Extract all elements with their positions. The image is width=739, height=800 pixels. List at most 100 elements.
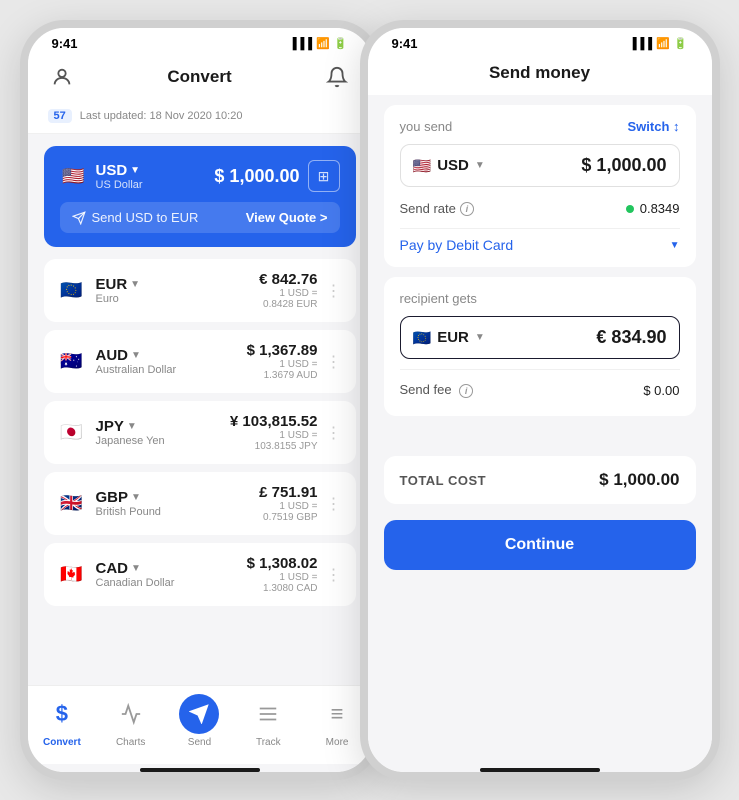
recipient-row[interactable]: 🇪🇺 EUR ▼ € 834.90 — [400, 316, 680, 359]
pay-by-chevron: ▼ — [670, 240, 680, 251]
cad-flag: 🇨🇦 — [58, 561, 86, 589]
eur-rate: 1 USD =0.8428 EUR — [259, 288, 317, 310]
recipient-flag: 🇪🇺 — [413, 329, 432, 347]
aud-name: Australian Dollar — [96, 364, 177, 376]
you-send-label: you send — [400, 119, 453, 134]
cad-more-icon[interactable]: ⋮ — [326, 565, 342, 585]
aud-amount: $ 1,367.89 — [247, 342, 318, 359]
battery-icon: 🔋 — [334, 37, 348, 50]
charts-nav-label: Charts — [116, 737, 145, 748]
nav-track[interactable]: Track — [248, 694, 288, 748]
total-cost-label: TOTAL COST — [400, 473, 487, 488]
eur-row[interactable]: 🇪🇺 EUR▼ Euro € 842.76 1 USD — [44, 259, 356, 322]
track-nav-icon — [248, 694, 288, 734]
battery-icon-r: 🔋 — [674, 37, 688, 50]
recipient-chevron: ▼ — [475, 332, 485, 343]
eur-amount: € 842.76 — [259, 271, 317, 288]
convert-nav-icon: $ — [42, 694, 82, 734]
send-currency-chevron: ▼ — [475, 160, 485, 171]
cad-code: CAD▼ — [96, 560, 175, 577]
you-send-section: you send Switch ↕ 🇺🇸 USD ▼ $ 1,000.00 — [384, 105, 696, 267]
jpy-more-icon[interactable]: ⋮ — [326, 423, 342, 443]
more-nav-label: More — [326, 737, 349, 748]
send-nav-label: Send — [188, 737, 211, 748]
continue-button[interactable]: Continue — [384, 520, 696, 570]
jpy-amount: ¥ 103,815.52 — [230, 413, 318, 430]
gbp-name: British Pound — [96, 506, 161, 518]
eur-more-icon[interactable]: ⋮ — [326, 281, 342, 301]
wifi-icon-r: 📶 — [656, 37, 670, 50]
recipient-currency-code: EUR — [437, 329, 469, 346]
more-nav-icon: ≡ — [317, 694, 357, 734]
send-money-content: you send Switch ↕ 🇺🇸 USD ▼ $ 1,000.00 — [368, 95, 712, 764]
home-bar-right — [480, 768, 600, 772]
charts-nav-icon — [111, 694, 151, 734]
send-quote-row[interactable]: Send USD to EUR View Quote > — [60, 202, 340, 233]
continue-bar: Continue — [368, 504, 712, 586]
aud-more-icon[interactable]: ⋮ — [326, 352, 342, 372]
gbp-flag: 🇬🇧 — [58, 490, 86, 518]
gbp-rate: 1 USD =0.7519 GBP — [259, 501, 317, 523]
home-bar-left — [140, 768, 260, 772]
profile-icon[interactable] — [48, 63, 76, 91]
aud-row[interactable]: 🇦🇺 AUD▼ Australian Dollar $ 1,367.89 — [44, 330, 356, 393]
send-fee-label: Send fee i — [400, 382, 474, 398]
track-nav-label: Track — [256, 737, 281, 748]
pay-by-row[interactable]: Pay by Debit Card ▼ — [400, 228, 680, 253]
cad-name: Canadian Dollar — [96, 577, 175, 589]
gbp-amount: £ 751.91 — [259, 484, 317, 501]
signal-icon: ▐▐▐ — [289, 38, 312, 50]
rate-info-icon[interactable]: i — [460, 202, 474, 216]
eur-code: EUR▼ — [96, 276, 141, 293]
recipient-section: recipient gets 🇪🇺 EUR ▼ € 834.90 Send fe… — [384, 277, 696, 416]
eur-name: Euro — [96, 293, 141, 305]
nav-more[interactable]: ≡ More — [317, 694, 357, 748]
cad-row[interactable]: 🇨🇦 CAD▼ Canadian Dollar $ 1,308.02 — [44, 543, 356, 606]
jpy-rate: 1 USD =103.8155 JPY — [230, 430, 318, 452]
bell-icon[interactable] — [323, 63, 351, 91]
eur-flag: 🇪🇺 — [58, 277, 86, 305]
you-send-row[interactable]: 🇺🇸 USD ▼ $ 1,000.00 — [400, 144, 680, 187]
send-rate-value: 0.8349 — [626, 201, 680, 216]
view-quote-btn[interactable]: View Quote > — [246, 210, 328, 225]
send-currency-select[interactable]: 🇺🇸 USD ▼ — [413, 157, 485, 175]
send-fee-value: $ 0.00 — [643, 383, 679, 398]
left-phone: 9:41 ▐▐▐ 📶 🔋 Convert — [20, 20, 380, 780]
main-content-left: 🇺🇸 USD ▼ US Dollar $ 1,000.00 — [28, 134, 372, 685]
jpy-code: JPY▼ — [96, 418, 165, 435]
switch-button[interactable]: Switch ↕ — [627, 119, 679, 134]
nav-charts[interactable]: Charts — [111, 694, 151, 748]
right-header-title: Send money — [489, 63, 590, 83]
convert-nav-label: Convert — [43, 737, 81, 748]
usd-code: USD ▼ — [96, 162, 143, 179]
left-header-title: Convert — [167, 67, 231, 87]
status-time-left: 9:41 — [52, 36, 78, 51]
calculator-icon[interactable]: ⊞ — [308, 160, 340, 192]
usd-card[interactable]: 🇺🇸 USD ▼ US Dollar $ 1,000.00 — [44, 146, 356, 247]
cad-amount: $ 1,308.02 — [247, 555, 318, 572]
signal-icon-r: ▐▐▐ — [629, 38, 652, 50]
rate-row: Send rate i 0.8349 — [400, 197, 680, 220]
gbp-code: GBP▼ — [96, 489, 161, 506]
currency-list: 🇪🇺 EUR▼ Euro € 842.76 1 USD — [44, 259, 356, 606]
recipient-currency-select[interactable]: 🇪🇺 EUR ▼ — [413, 329, 485, 347]
usd-amount: $ 1,000.00 — [214, 166, 299, 187]
fee-info-icon[interactable]: i — [459, 384, 473, 398]
status-bar-right: 9:41 ▐▐▐ 📶 🔋 — [368, 28, 712, 55]
update-text: Last updated: 18 Nov 2020 10:20 — [80, 110, 243, 122]
fee-row: Send fee i $ 0.00 — [400, 369, 680, 402]
gbp-row[interactable]: 🇬🇧 GBP▼ British Pound £ 751.91 — [44, 472, 356, 535]
jpy-row[interactable]: 🇯🇵 JPY▼ Japanese Yen ¥ 103,815.52 — [44, 401, 356, 464]
right-phone: 9:41 ▐▐▐ 📶 🔋 Send money you send — [360, 20, 720, 780]
jpy-name: Japanese Yen — [96, 435, 165, 447]
send-usd-text: Send USD to EUR — [72, 210, 199, 225]
aud-flag: 🇦🇺 — [58, 348, 86, 376]
send-currency-flag: 🇺🇸 — [413, 157, 432, 175]
last-updated-bar: 57 Last updated: 18 Nov 2020 10:20 — [28, 103, 372, 134]
total-cost-bar: TOTAL COST $ 1,000.00 — [384, 456, 696, 504]
update-badge: 57 — [48, 109, 72, 123]
nav-convert[interactable]: $ Convert — [42, 694, 82, 748]
nav-send[interactable]: Send — [179, 694, 219, 748]
gbp-more-icon[interactable]: ⋮ — [326, 494, 342, 514]
aud-code: AUD▼ — [96, 347, 177, 364]
